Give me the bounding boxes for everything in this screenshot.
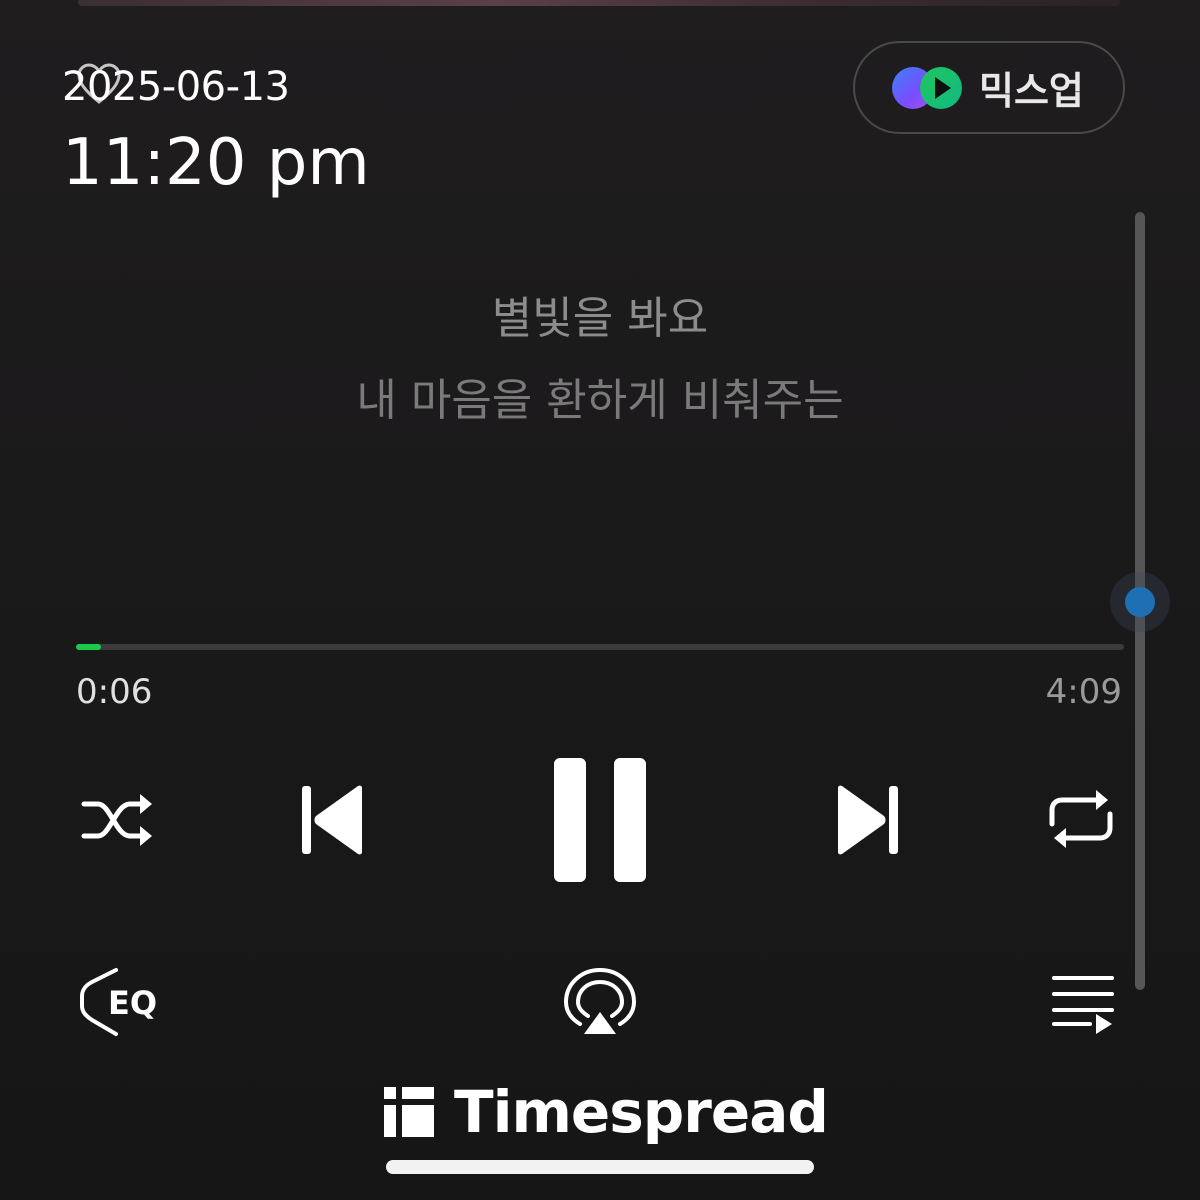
stamp-time: 11:20 pm	[62, 126, 370, 200]
timespread-logo-icon	[384, 1087, 434, 1137]
mixup-label: 믹스업	[979, 69, 1084, 113]
watermark: Timespread	[384, 1078, 829, 1146]
scrollbar-handle[interactable]	[1110, 572, 1170, 632]
progress-bar[interactable]	[76, 644, 1124, 650]
album-art-strip	[78, 0, 1120, 6]
lyric-line-current[interactable]: 별빛을 봐요	[0, 282, 1200, 346]
progress-fill	[76, 644, 102, 650]
lyric-line-next[interactable]: 내 마음을 환하게 비춰주는	[0, 364, 1200, 428]
equalizer-button[interactable]: EQ	[78, 966, 168, 1038]
elapsed-time: 0:06	[76, 672, 153, 712]
queue-icon[interactable]	[1050, 972, 1116, 1034]
stamp-date-text: 2025-06-13	[62, 64, 290, 110]
mixup-logo-icon	[892, 66, 962, 109]
skip-previous-icon[interactable]	[300, 784, 364, 856]
pause-icon[interactable]	[552, 758, 648, 882]
repeat-icon[interactable]	[1046, 788, 1116, 850]
mixup-button[interactable]: 믹스업	[853, 41, 1125, 134]
airplay-icon[interactable]	[564, 968, 636, 1036]
skip-next-icon[interactable]	[836, 784, 900, 856]
watermark-brand: Timespread	[454, 1078, 829, 1146]
eq-label: EQ	[108, 984, 158, 1022]
shuffle-icon[interactable]	[80, 790, 154, 850]
home-indicator[interactable]	[386, 1160, 814, 1174]
stamp-date: 2025-06-13	[62, 63, 370, 112]
total-time: 4:09	[1045, 672, 1122, 712]
timestamp-overlay: 2025-06-13 11:20 pm	[62, 63, 370, 200]
